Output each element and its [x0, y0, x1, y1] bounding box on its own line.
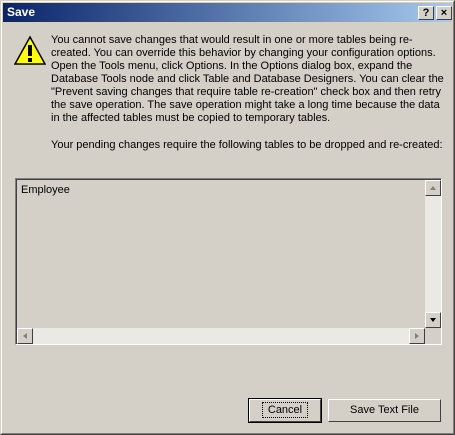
help-button[interactable]: ? [418, 6, 434, 20]
warning-message: You cannot save changes that would resul… [51, 34, 446, 125]
close-icon: × [440, 7, 448, 19]
arrow-right-icon [415, 333, 419, 339]
affected-tables-list[interactable]: Employee [15, 178, 442, 345]
scroll-right-button[interactable] [409, 328, 425, 344]
scrollbar-corner [425, 328, 441, 344]
horizontal-scrollbar[interactable] [17, 328, 425, 344]
scroll-up-button[interactable] [425, 180, 441, 196]
save-text-file-label: Save Text File [350, 404, 419, 416]
title-bar[interactable]: Save ? × [3, 3, 452, 22]
cancel-button[interactable]: Cancel [248, 398, 322, 423]
pending-changes-text: Your pending changes require the followi… [51, 139, 443, 151]
scroll-down-button[interactable] [425, 312, 441, 328]
message-body: You cannot save changes that would resul… [51, 34, 444, 124]
arrow-down-icon [430, 318, 436, 322]
scroll-left-button[interactable] [17, 328, 33, 344]
vertical-scrollbar[interactable] [425, 180, 441, 328]
arrow-up-icon [430, 186, 436, 190]
help-icon: ? [422, 7, 430, 19]
dialog-title: Save [7, 5, 36, 19]
warning-icon [14, 35, 46, 65]
list-item[interactable]: Employee [21, 184, 70, 196]
save-dialog: Save ? × You cannot save changes that wo… [0, 0, 455, 435]
arrow-left-icon [23, 333, 27, 339]
close-button[interactable]: × [436, 6, 452, 20]
save-text-file-button[interactable]: Save Text File [328, 399, 441, 422]
cancel-button-label: Cancel [261, 402, 309, 418]
